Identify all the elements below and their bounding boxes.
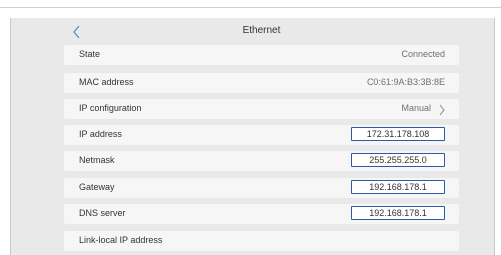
gateway-input[interactable]: 192.168.178.1	[351, 180, 445, 194]
dns-server-input[interactable]: 192.168.178.1	[351, 206, 445, 220]
netmask-label: Netmask	[79, 155, 115, 165]
row-gateway: Gateway 192.168.178.1	[64, 178, 459, 198]
row-state: State Connected	[64, 45, 459, 65]
row-mac-address: MAC address C0:61:9A:B3:3B:8E	[64, 73, 459, 93]
state-label: State	[79, 49, 101, 59]
header: Ethernet	[64, 22, 459, 42]
state-value: Connected	[401, 49, 445, 59]
ip-address-input[interactable]: 172.31.178.108	[351, 127, 445, 141]
netmask-input[interactable]: 255.255.255.0	[351, 153, 445, 167]
dns-server-label: DNS server	[79, 208, 126, 218]
mac-address-value: C0:61:9A:B3:3B:8E	[366, 77, 445, 87]
ip-configuration-label: IP configuration	[79, 103, 142, 113]
chevron-right-icon	[438, 103, 446, 116]
mac-address-label: MAC address	[79, 77, 134, 87]
row-dns-server: DNS server 192.168.178.1	[64, 204, 459, 224]
row-ip-configuration[interactable]: IP configuration Manual	[64, 99, 459, 119]
top-divider	[0, 7, 501, 8]
ip-address-label: IP address	[79, 129, 122, 139]
page-title: Ethernet	[242, 25, 281, 36]
gateway-label: Gateway	[79, 182, 115, 192]
ip-configuration-value: Manual	[401, 103, 431, 113]
row-ip-address: IP address 172.31.178.108	[64, 125, 459, 145]
row-netmask: Netmask 255.255.255.0	[64, 151, 459, 171]
link-local-ip-label: Link-local IP address	[79, 235, 163, 245]
row-link-local-ip: Link-local IP address	[64, 231, 459, 251]
